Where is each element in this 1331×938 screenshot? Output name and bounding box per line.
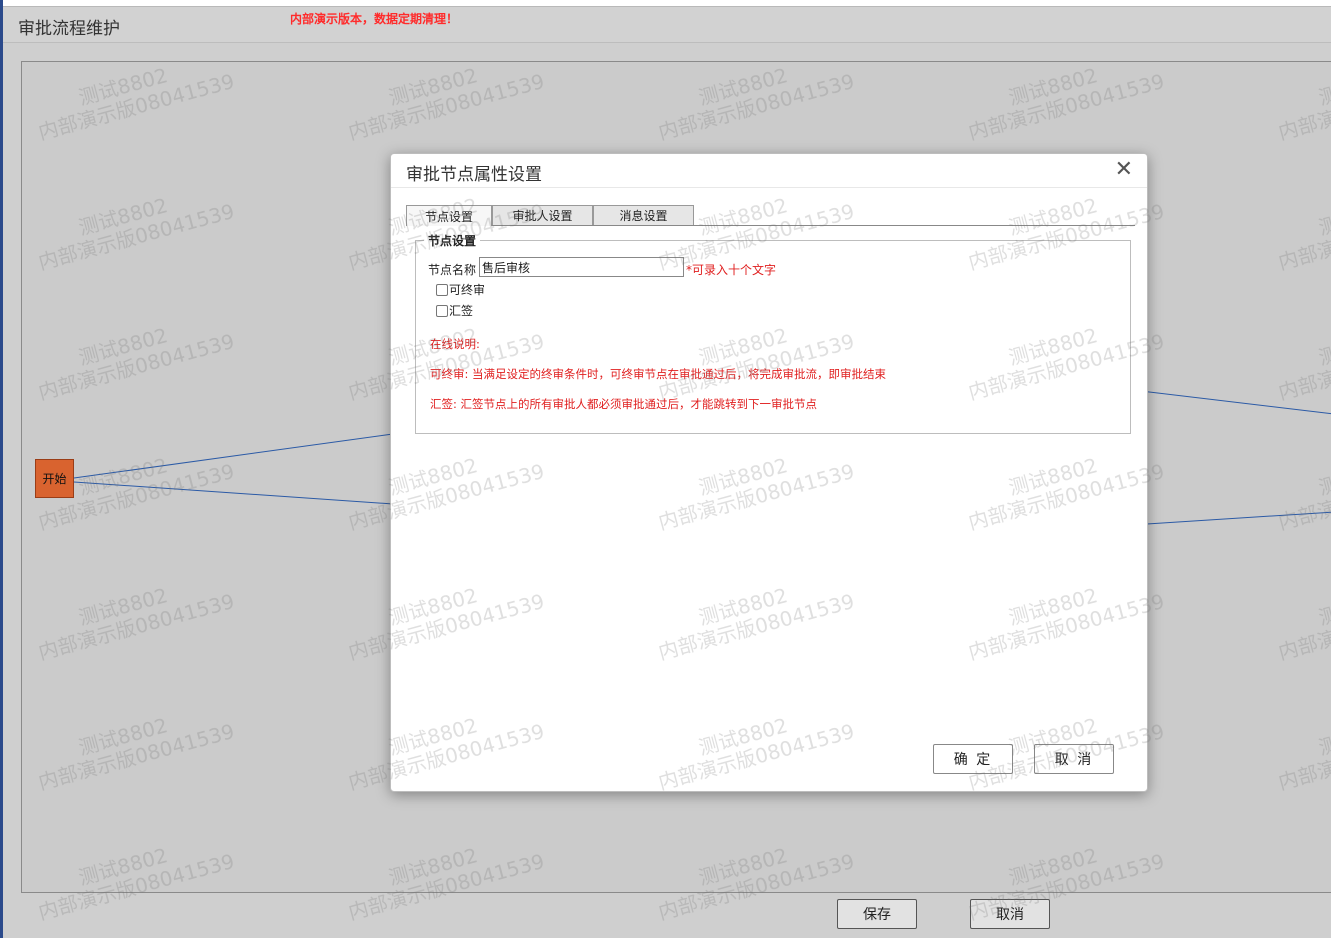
dialog-tabs: 节点设置 审批人设置 消息设置 <box>406 205 1135 226</box>
node-settings-legend: 节点设置 <box>424 232 481 249</box>
dialog-header: 审批节点属性设置 ✕ <box>391 154 1147 188</box>
demo-warning: 内部演示版本，数据定期清理！ <box>290 12 459 26</box>
start-node-label: 开始 <box>42 472 67 486</box>
help-final-approval: 可终审: 当满足设定的终审条件时，可终审节点在审批通过后，将完成审批流，即审批结… <box>430 367 887 381</box>
save-button[interactable]: 保存 <box>837 899 917 929</box>
confirm-button[interactable]: 确 定 <box>933 744 1013 774</box>
node-name-label: 节点名称 <box>428 263 477 277</box>
close-icon[interactable]: ✕ <box>1115 158 1133 182</box>
tab-node-settings[interactable]: 节点设置 <box>406 205 492 226</box>
node-settings-group: 节点设置 节点名称 *可录入十个文字 可终审 汇签 在线说明: 可终审: 当满足… <box>415 232 1131 434</box>
tab-message-settings[interactable]: 消息设置 <box>593 205 694 225</box>
page-cancel-button[interactable]: 取消 <box>970 899 1050 929</box>
countersign-label: 汇签 <box>449 304 474 318</box>
final-approval-label: 可终审 <box>449 283 486 297</box>
dialog-cancel-button[interactable]: 取 消 <box>1034 744 1114 774</box>
countersign-checkbox[interactable] <box>436 304 448 317</box>
node-name-hint: *可录入十个文字 <box>686 263 777 277</box>
connector-line <box>1131 511 1331 526</box>
connector-line <box>73 481 423 507</box>
page-title: 审批流程维护 <box>18 19 120 39</box>
node-name-input[interactable] <box>479 257 684 277</box>
final-approval-option[interactable]: 可终审 <box>436 281 485 298</box>
final-approval-checkbox[interactable] <box>436 283 448 296</box>
help-countersign: 汇签: 汇签节点上的所有审批人都必须审批通过后，才能跳转到下一审批节点 <box>430 397 818 411</box>
node-properties-dialog: 审批节点属性设置 ✕ 节点设置 审批人设置 消息设置 节点设置 节点名称 *可录… <box>390 153 1148 792</box>
connector-line <box>73 429 423 479</box>
page-header: 审批流程维护 内部演示版本，数据定期清理！ <box>3 7 1331 43</box>
help-title: 在线说明: <box>430 337 480 351</box>
tab-approver-settings[interactable]: 审批人设置 <box>492 205 593 225</box>
countersign-option[interactable]: 汇签 <box>436 302 473 319</box>
start-node[interactable]: 开始 <box>35 459 74 498</box>
dialog-title: 审批节点属性设置 <box>406 165 542 185</box>
connector-line <box>1131 389 1331 415</box>
